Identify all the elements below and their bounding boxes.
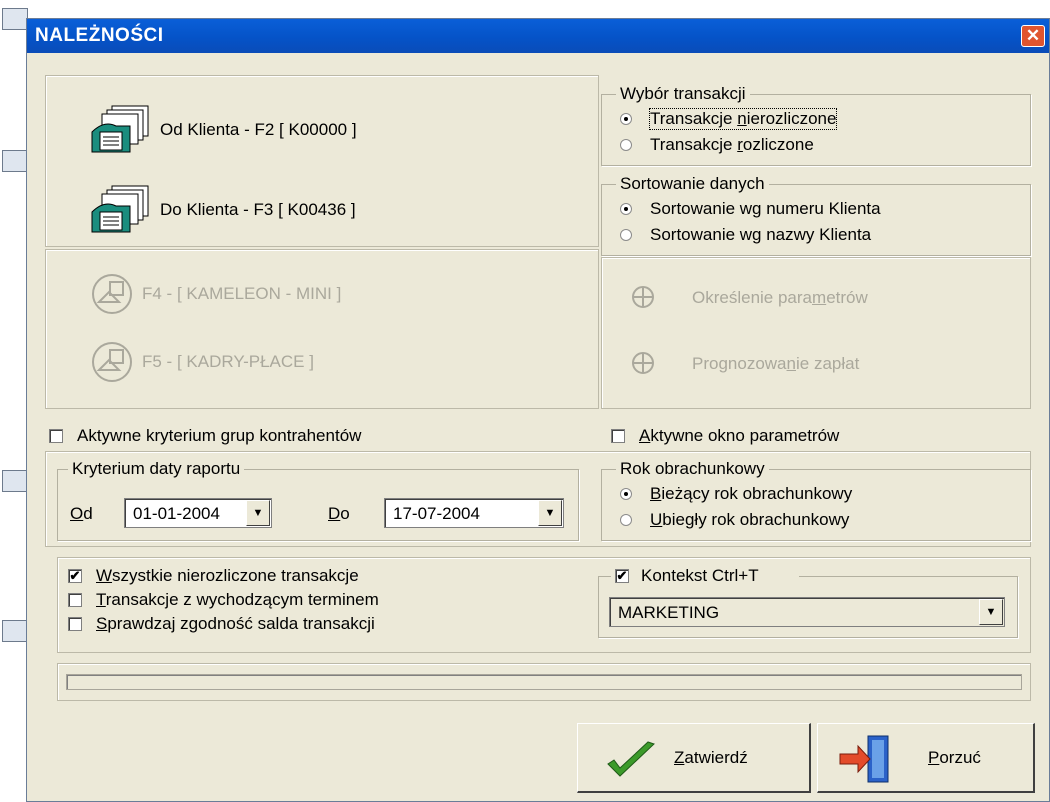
all-unsettled-label: Wszystkie nierozliczone transakcje [96, 566, 359, 585]
radio-dot [620, 139, 632, 151]
params-window-checkbox[interactable]: Aktywne okno parametrów [611, 426, 971, 448]
date-from-field[interactable]: 01-01-2004 ▼ [124, 498, 272, 528]
desktop-icon [2, 470, 28, 492]
progress-panel [57, 663, 1031, 701]
gear-wheel-icon [632, 286, 654, 308]
context-group: ✔ Kontekst Ctrl+T MARKETING ▼ [598, 566, 1018, 638]
radio-sort-name-label: Sortowanie wg nazwy Klienta [650, 225, 872, 244]
sorting-group: Sortowanie danych Sortowanie wg numeru K… [601, 174, 1031, 256]
chevron-down-icon[interactable]: ▼ [979, 599, 1003, 625]
module-button[interactable]: F5 - [ KADRY-PŁACE ] [90, 340, 450, 384]
module-disabled-icon [92, 342, 132, 382]
desktop-icon [2, 8, 28, 30]
balance-check-checkbox[interactable]: Sprawdzaj zgodność salda transakcji [68, 614, 548, 636]
chevron-down-icon[interactable]: ▼ [246, 500, 270, 526]
date-criteria-group: Kryterium daty raportu Od 01-01-2004 ▼ D… [57, 459, 579, 541]
fiscal-year-group: Rok obrachunkowy Bieżący rok obrachunkow… [601, 459, 1031, 541]
checkmark-icon [607, 741, 655, 777]
file-stack-icon [91, 105, 149, 153]
overdue-label: Transakcje z wychodzącym terminem [96, 590, 379, 609]
radio-dot [620, 203, 632, 215]
date-from-label: Od [70, 504, 93, 523]
radio-current-year[interactable]: Bieżący rok obrachunkowy [620, 484, 980, 506]
cancel-button[interactable]: Porzuć [817, 723, 1035, 793]
desktop-toolbar-strip [34, 0, 1050, 14]
params-label: Określenie parametrów [692, 288, 868, 307]
date-to-value: 17-07-2004 [393, 504, 480, 523]
title-bar: NALEŻNOŚCI ✕ [27, 19, 1049, 53]
radio-dot [620, 488, 632, 500]
module-disabled-icon [92, 274, 132, 314]
modules-panel: F4 - [ KAMELEON - MINI ] F5 - [ KADRY-PŁ… [45, 249, 599, 409]
params-button[interactable]: Określenie parametrów [630, 278, 1010, 318]
overdue-checkbox[interactable]: Transakcje z wychodzącym terminem [68, 590, 548, 612]
radio-dot [620, 229, 632, 241]
transaction-choice-title: Wybór transakcji [616, 84, 750, 104]
dialog-window: NALEŻNOŚCI ✕ Od Klienta - F2 [ K00000 ] [26, 18, 1050, 802]
gear-wheel-icon [632, 352, 654, 374]
checkbox-box [611, 429, 625, 443]
client-from-button[interactable]: Od Klienta - F2 [ K00000 ] [90, 104, 510, 154]
params-panel: Określenie parametrów Prognozowanie zapł… [601, 257, 1031, 409]
date-to-label: Do [328, 504, 350, 523]
file-stack-icon [91, 185, 149, 233]
cancel-label: Porzuć [928, 748, 981, 767]
module-button[interactable]: F4 - [ KAMELEON - MINI ] [90, 272, 450, 316]
radio-sort-number-label: Sortowanie wg numeru Klienta [650, 199, 881, 218]
sorting-title: Sortowanie danych [616, 174, 769, 194]
radio-previous-year-label: Ubiegły rok obrachunkowy [650, 510, 850, 529]
module-label: F4 - [ KAMELEON - MINI ] [142, 284, 342, 303]
radio-sort-number[interactable]: Sortowanie wg numeru Klienta [620, 199, 1000, 221]
date-from-value: 01-01-2004 [133, 504, 220, 523]
close-button[interactable]: ✕ [1021, 25, 1045, 47]
radio-previous-year[interactable]: Ubiegły rok obrachunkowy [620, 510, 980, 532]
params-window-label: Aktywne okno parametrów [639, 426, 840, 445]
checkbox-box [49, 429, 63, 443]
group-criteria-label: Aktywne kryterium grup kontrahentów [77, 426, 362, 445]
all-unsettled-checkbox[interactable]: ✔ Wszystkie nierozliczone transakcje [68, 566, 548, 588]
context-select[interactable]: MARKETING ▼ [609, 597, 1005, 627]
client-from-label: Od Klienta - F2 [ K00000 ] [160, 120, 357, 139]
forecast-label: Prognozowanie zapłat [692, 354, 860, 373]
checkbox-box: ✔ [68, 568, 82, 583]
radio-dot [620, 514, 632, 526]
client-to-label: Do Klienta - F3 [ K00436 ] [160, 200, 356, 219]
confirm-button[interactable]: Zatwierdź [577, 723, 811, 793]
context-label: Kontekst Ctrl+T [641, 566, 759, 585]
dialog-title: NALEŻNOŚCI [35, 25, 164, 46]
checkbox-box [68, 617, 82, 631]
radio-dot [620, 113, 632, 125]
date-criteria-title: Kryterium daty raportu [68, 459, 245, 479]
fiscal-year-title: Rok obrachunkowy [616, 459, 769, 479]
radio-settled[interactable]: Transakcje rozliczone [620, 135, 920, 157]
desktop-icon [2, 150, 28, 172]
progress-bar [66, 674, 1022, 690]
radio-current-year-label: Bieżący rok obrachunkowy [650, 484, 853, 503]
group-criteria-checkbox[interactable]: Aktywne kryterium grup kontrahentów [49, 426, 529, 448]
desktop-icon [2, 620, 28, 642]
chevron-down-icon[interactable]: ▼ [538, 500, 562, 526]
client-to-button[interactable]: Do Klienta - F3 [ K00436 ] [90, 184, 510, 234]
balance-check-label: Sprawdzaj zgodność salda transakcji [96, 614, 375, 633]
clients-panel: Od Klienta - F2 [ K00000 ] Do Klienta - … [45, 75, 599, 247]
confirm-label: Zatwierdź [674, 748, 748, 767]
transaction-choice-group: Wybór transakcji Transakcje nierozliczon… [601, 84, 1031, 166]
radio-unsettled-label: Transakcje nierozliczone [648, 108, 838, 130]
module-label: F5 - [ KADRY-PŁACE ] [142, 352, 314, 371]
exit-door-icon [839, 735, 889, 783]
radio-unsettled[interactable]: Transakcje nierozliczone [620, 108, 920, 131]
radio-settled-label: Transakcje rozliczone [650, 135, 814, 154]
radio-sort-name[interactable]: Sortowanie wg nazwy Klienta [620, 225, 1000, 247]
context-checkbox[interactable]: ✔ Kontekst Ctrl+T [611, 566, 799, 588]
checkbox-box [68, 593, 82, 607]
forecast-button[interactable]: Prognozowanie zapłat [630, 344, 1010, 384]
checkbox-box: ✔ [615, 568, 629, 583]
options-panel: ✔ Wszystkie nierozliczone transakcje Tra… [57, 557, 1031, 653]
date-to-field[interactable]: 17-07-2004 ▼ [384, 498, 564, 528]
context-value: MARKETING [618, 603, 720, 622]
close-icon: ✕ [1025, 26, 1041, 45]
